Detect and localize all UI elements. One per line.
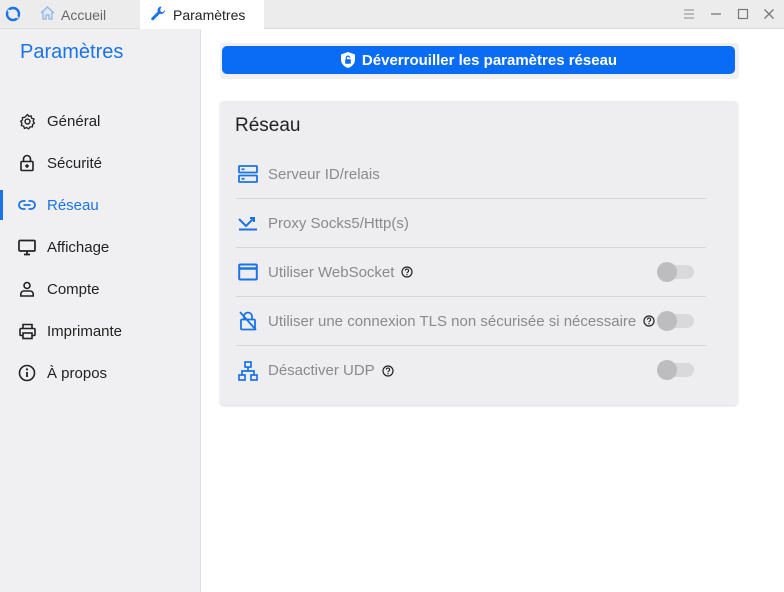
setting-label: Serveur ID/relais	[268, 165, 380, 183]
setting-row-websocket: Utiliser WebSocket	[236, 248, 706, 297]
sidebar-item-label: Sécurité	[47, 154, 103, 172]
sidebar-item-label: À propos	[47, 364, 108, 382]
maximize-icon[interactable]	[736, 7, 750, 21]
info-icon	[18, 364, 36, 382]
main-panel: Déverrouiller les paramètres réseau Rése…	[201, 29, 784, 592]
sidebar-item-label: Compte	[47, 280, 100, 298]
sidebar-item-general[interactable]: Général	[0, 100, 200, 142]
setting-row-disable-udp: Désactiver UDP	[236, 346, 706, 395]
sidebar: Paramètres Général Sécurité Réseau Affic…	[0, 29, 201, 592]
link-icon	[18, 196, 36, 214]
monitor-icon	[18, 238, 36, 256]
tab-settings[interactable]: Paramètres	[140, 0, 264, 29]
sidebar-item-display[interactable]: Affichage	[0, 226, 200, 268]
window-icon	[238, 262, 258, 282]
sidebar-item-security[interactable]: Sécurité	[0, 142, 200, 184]
insecure-tls-toggle[interactable]	[657, 311, 694, 331]
sidebar-item-label: Réseau	[47, 196, 99, 214]
sidebar-nav: Général Sécurité Réseau Affichage Compte	[0, 100, 200, 394]
websocket-toggle[interactable]	[657, 262, 694, 282]
sidebar-item-about[interactable]: À propos	[0, 352, 200, 394]
toggle-knob	[657, 262, 677, 282]
printer-icon	[18, 322, 36, 340]
gear-icon	[18, 112, 36, 130]
tab-home[interactable]: Accueil	[40, 0, 140, 29]
tab-settings-label: Paramètres	[173, 6, 246, 23]
unlock-bar: Déverrouiller les paramètres réseau	[220, 43, 739, 79]
minimize-icon[interactable]	[709, 7, 723, 21]
sidebar-item-network[interactable]: Réseau	[0, 184, 200, 226]
sidebar-title: Paramètres	[20, 41, 124, 63]
network-settings-list: Serveur ID/relais Proxy Socks5/Http(s) U…	[236, 150, 706, 395]
title-bar: Accueil Paramètres	[0, 0, 784, 29]
setting-label: Désactiver UDP	[268, 362, 375, 379]
sidebar-item-account[interactable]: Compte	[0, 268, 200, 310]
network-icon	[238, 360, 258, 381]
setting-label: Utiliser WebSocket	[268, 263, 395, 281]
proxy-icon	[238, 213, 258, 233]
help-icon[interactable]	[401, 266, 414, 278]
server-icon	[238, 164, 258, 184]
help-icon[interactable]	[643, 315, 655, 327]
menu-icon[interactable]	[682, 7, 696, 21]
sidebar-item-label: Imprimante	[47, 322, 123, 340]
unlock-button-label: Déverrouiller les paramètres réseau	[361, 51, 618, 69]
help-icon[interactable]	[382, 364, 394, 377]
disable-udp-toggle[interactable]	[657, 360, 694, 380]
sidebar-item-label: Général	[47, 112, 101, 130]
tab-home-label: Accueil	[61, 6, 107, 23]
unlock-icon	[238, 311, 258, 331]
sidebar-item-label: Affichage	[47, 238, 110, 256]
setting-row-proxy[interactable]: Proxy Socks5/Http(s)	[236, 199, 706, 248]
shield-icon	[340, 51, 356, 69]
setting-row-insecure-tls: Utiliser une connexion TLS non sécurisée…	[236, 297, 706, 346]
toggle-knob	[657, 311, 677, 331]
setting-label: Utiliser une connexion TLS non sécurisée…	[268, 312, 637, 330]
toggle-knob	[657, 360, 677, 380]
sidebar-item-printer[interactable]: Imprimante	[0, 310, 200, 352]
lock-icon	[18, 154, 36, 172]
home-icon	[40, 6, 55, 23]
close-icon[interactable]	[762, 7, 776, 21]
setting-label: Proxy Socks5/Http(s)	[268, 214, 409, 232]
setting-row-id-relay-server[interactable]: Serveur ID/relais	[236, 150, 706, 199]
app-logo-icon	[5, 6, 21, 22]
unlock-network-settings-button[interactable]: Déverrouiller les paramètres réseau	[222, 46, 735, 74]
user-icon	[18, 280, 36, 298]
network-section-card: Réseau Serveur ID/relais Proxy Socks5/Ht…	[220, 101, 738, 405]
wrench-icon	[150, 5, 167, 25]
section-title: Réseau	[235, 115, 301, 136]
